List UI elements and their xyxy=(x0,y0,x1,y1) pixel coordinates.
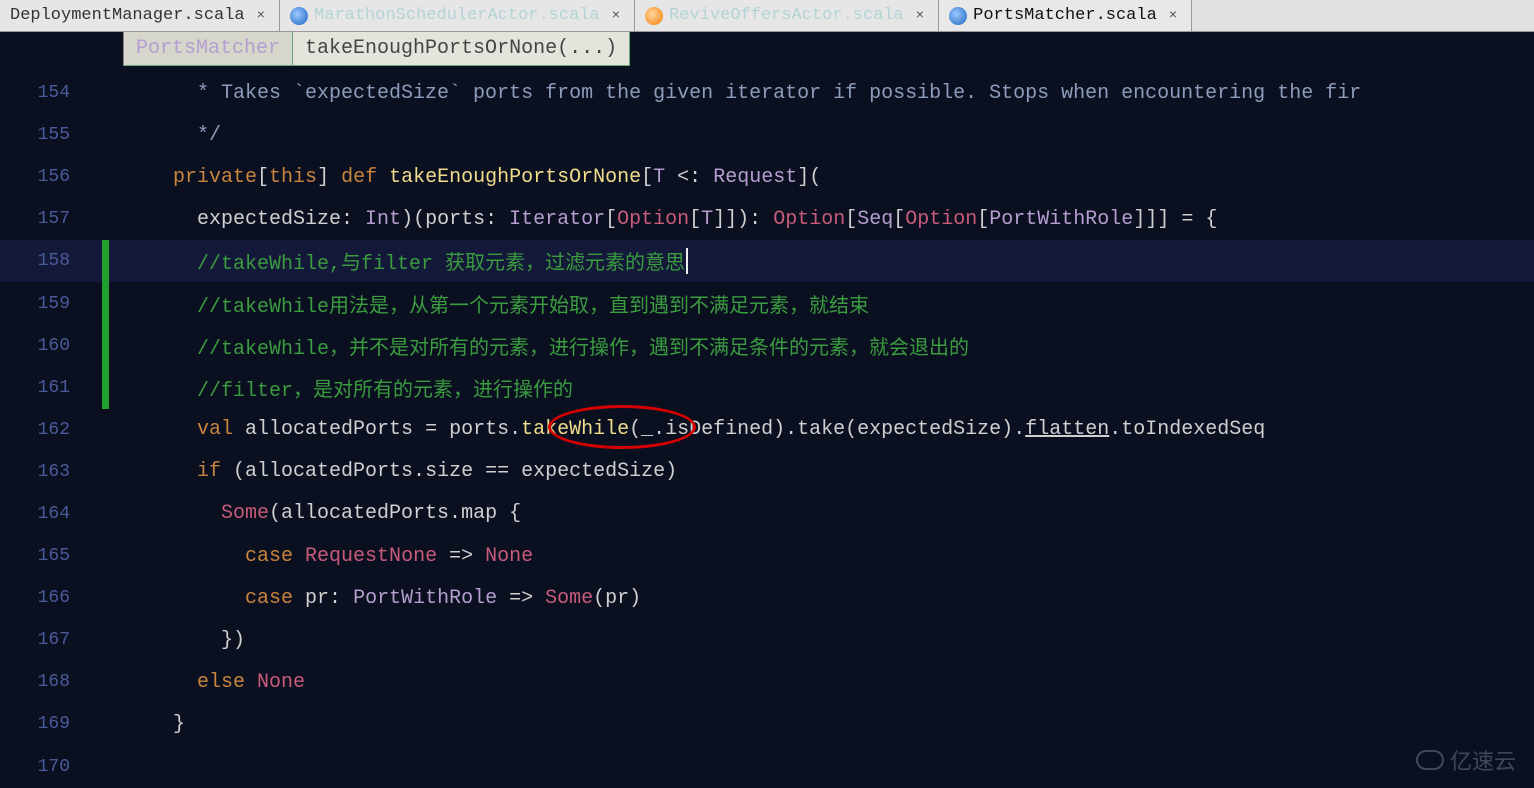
breadcrumb-method[interactable]: takeEnoughPortsOrNone(...) xyxy=(293,32,630,66)
vcs-change-marker xyxy=(102,325,109,367)
code-text: //takeWhile，并不是对所有的元素，进行操作，遇到不满足条件的元素，就会… xyxy=(125,331,969,361)
code-line[interactable]: 155 */ xyxy=(0,114,1534,156)
code-editor[interactable]: 154 * Takes `expectedSize` ports from th… xyxy=(0,72,1534,788)
code-line[interactable]: 168 else None xyxy=(0,661,1534,703)
code-line[interactable]: 169 } xyxy=(0,703,1534,745)
code-line[interactable]: 162 val allocatedPorts = ports.takeWhile… xyxy=(0,409,1534,451)
line-number: 167 xyxy=(0,630,70,650)
line-number: 160 xyxy=(0,336,70,356)
line-number: 163 xyxy=(0,462,70,482)
tab-deploymentmanager[interactable]: DeploymentManager.scala × xyxy=(0,0,280,31)
code-text: //filter，是对所有的元素，进行操作的 xyxy=(125,373,573,403)
code-text: case pr: PortWithRole => Some(pr) xyxy=(125,587,641,610)
code-line[interactable]: 170 xyxy=(0,746,1534,788)
line-number: 168 xyxy=(0,672,70,692)
text-cursor xyxy=(686,248,688,274)
code-text: expectedSize: Int)(ports: Iterator[Optio… xyxy=(125,208,1217,231)
code-line[interactable]: 156 private[this] def takeEnoughPortsOrN… xyxy=(0,156,1534,198)
breadcrumb-class-label: PortsMatcher xyxy=(136,37,280,60)
code-line[interactable]: 154 * Takes `expectedSize` ports from th… xyxy=(0,72,1534,114)
code-text: }) xyxy=(125,629,245,652)
tab-reviveoffersactor[interactable]: ReviveOffersActor.scala × xyxy=(635,0,939,31)
code-line[interactable]: 159 //takeWhile用法是，从第一个元素开始取，直到遇到不满足元素，就… xyxy=(0,282,1534,324)
code-line[interactable]: 161 //filter，是对所有的元素，进行操作的 xyxy=(0,367,1534,409)
code-text: val allocatedPorts = ports.takeWhile(_.i… xyxy=(125,418,1265,441)
close-icon[interactable]: × xyxy=(1169,8,1177,24)
code-line[interactable]: 157 expectedSize: Int)(ports: Iterator[O… xyxy=(0,198,1534,240)
close-icon[interactable]: × xyxy=(257,8,265,24)
breadcrumb: PortsMatcher takeEnoughPortsOrNone(...) xyxy=(0,32,1534,72)
code-line[interactable]: 167 }) xyxy=(0,619,1534,661)
line-number: 159 xyxy=(0,294,70,314)
line-number: 155 xyxy=(0,125,70,145)
code-text: * Takes `expectedSize` ports from the gi… xyxy=(125,82,1361,105)
line-number: 162 xyxy=(0,420,70,440)
line-number: 166 xyxy=(0,588,70,608)
line-number: 164 xyxy=(0,504,70,524)
tab-label: PortsMatcher.scala xyxy=(973,6,1157,25)
line-number: 161 xyxy=(0,378,70,398)
watermark: 亿速云 xyxy=(1416,744,1516,776)
code-text: else None xyxy=(125,671,305,694)
scala-object-icon xyxy=(645,7,663,25)
line-number: 156 xyxy=(0,167,70,187)
scala-file-icon xyxy=(290,7,308,25)
line-number: 169 xyxy=(0,714,70,734)
tab-portsmatcher[interactable]: PortsMatcher.scala × xyxy=(939,0,1192,31)
close-icon[interactable]: × xyxy=(916,8,924,24)
scala-file-icon xyxy=(949,7,967,25)
cloud-icon xyxy=(1416,750,1444,770)
line-number: 154 xyxy=(0,83,70,103)
code-text: Some(allocatedPorts.map { xyxy=(125,502,521,525)
line-number: 157 xyxy=(0,209,70,229)
tab-marathonscheduleractor[interactable]: MarathonSchedulerActor.scala × xyxy=(280,0,635,31)
line-number: 170 xyxy=(0,757,70,777)
code-text: //takeWhile用法是，从第一个元素开始取，直到遇到不满足元素，就结束 xyxy=(125,289,869,319)
code-text: private[this] def takeEnoughPortsOrNone[… xyxy=(125,166,821,189)
breadcrumb-class[interactable]: PortsMatcher xyxy=(123,32,293,66)
code-line[interactable]: 166 case pr: PortWithRole => Some(pr) xyxy=(0,577,1534,619)
watermark-text: 亿速云 xyxy=(1450,744,1516,776)
line-number: 165 xyxy=(0,546,70,566)
tab-label: ReviveOffersActor.scala xyxy=(669,6,904,25)
code-text: //takeWhile,与filter 获取元素，过滤元素的意思 xyxy=(125,246,685,276)
close-icon[interactable]: × xyxy=(612,8,620,24)
code-text: */ xyxy=(125,124,221,147)
code-line[interactable]: 164 Some(allocatedPorts.map { xyxy=(0,493,1534,535)
tab-label: DeploymentManager.scala xyxy=(10,6,245,25)
line-number: 158 xyxy=(0,251,70,271)
code-text: if (allocatedPorts.size == expectedSize) xyxy=(125,460,677,483)
vcs-change-marker xyxy=(102,240,109,282)
code-line-current[interactable]: 158 //takeWhile,与filter 获取元素，过滤元素的意思 xyxy=(0,240,1534,282)
vcs-change-marker xyxy=(102,282,109,324)
code-line[interactable]: 163 if (allocatedPorts.size == expectedS… xyxy=(0,451,1534,493)
breadcrumb-method-label: takeEnoughPortsOrNone(...) xyxy=(305,37,617,60)
code-line[interactable]: 160 //takeWhile，并不是对所有的元素，进行操作，遇到不满足条件的元… xyxy=(0,325,1534,367)
code-line[interactable]: 165 case RequestNone => None xyxy=(0,535,1534,577)
tab-bar: DeploymentManager.scala × MarathonSchedu… xyxy=(0,0,1534,32)
code-text: case RequestNone => None xyxy=(125,545,533,568)
tab-label: MarathonSchedulerActor.scala xyxy=(314,6,600,25)
code-text: } xyxy=(125,713,185,736)
vcs-change-marker xyxy=(102,367,109,409)
